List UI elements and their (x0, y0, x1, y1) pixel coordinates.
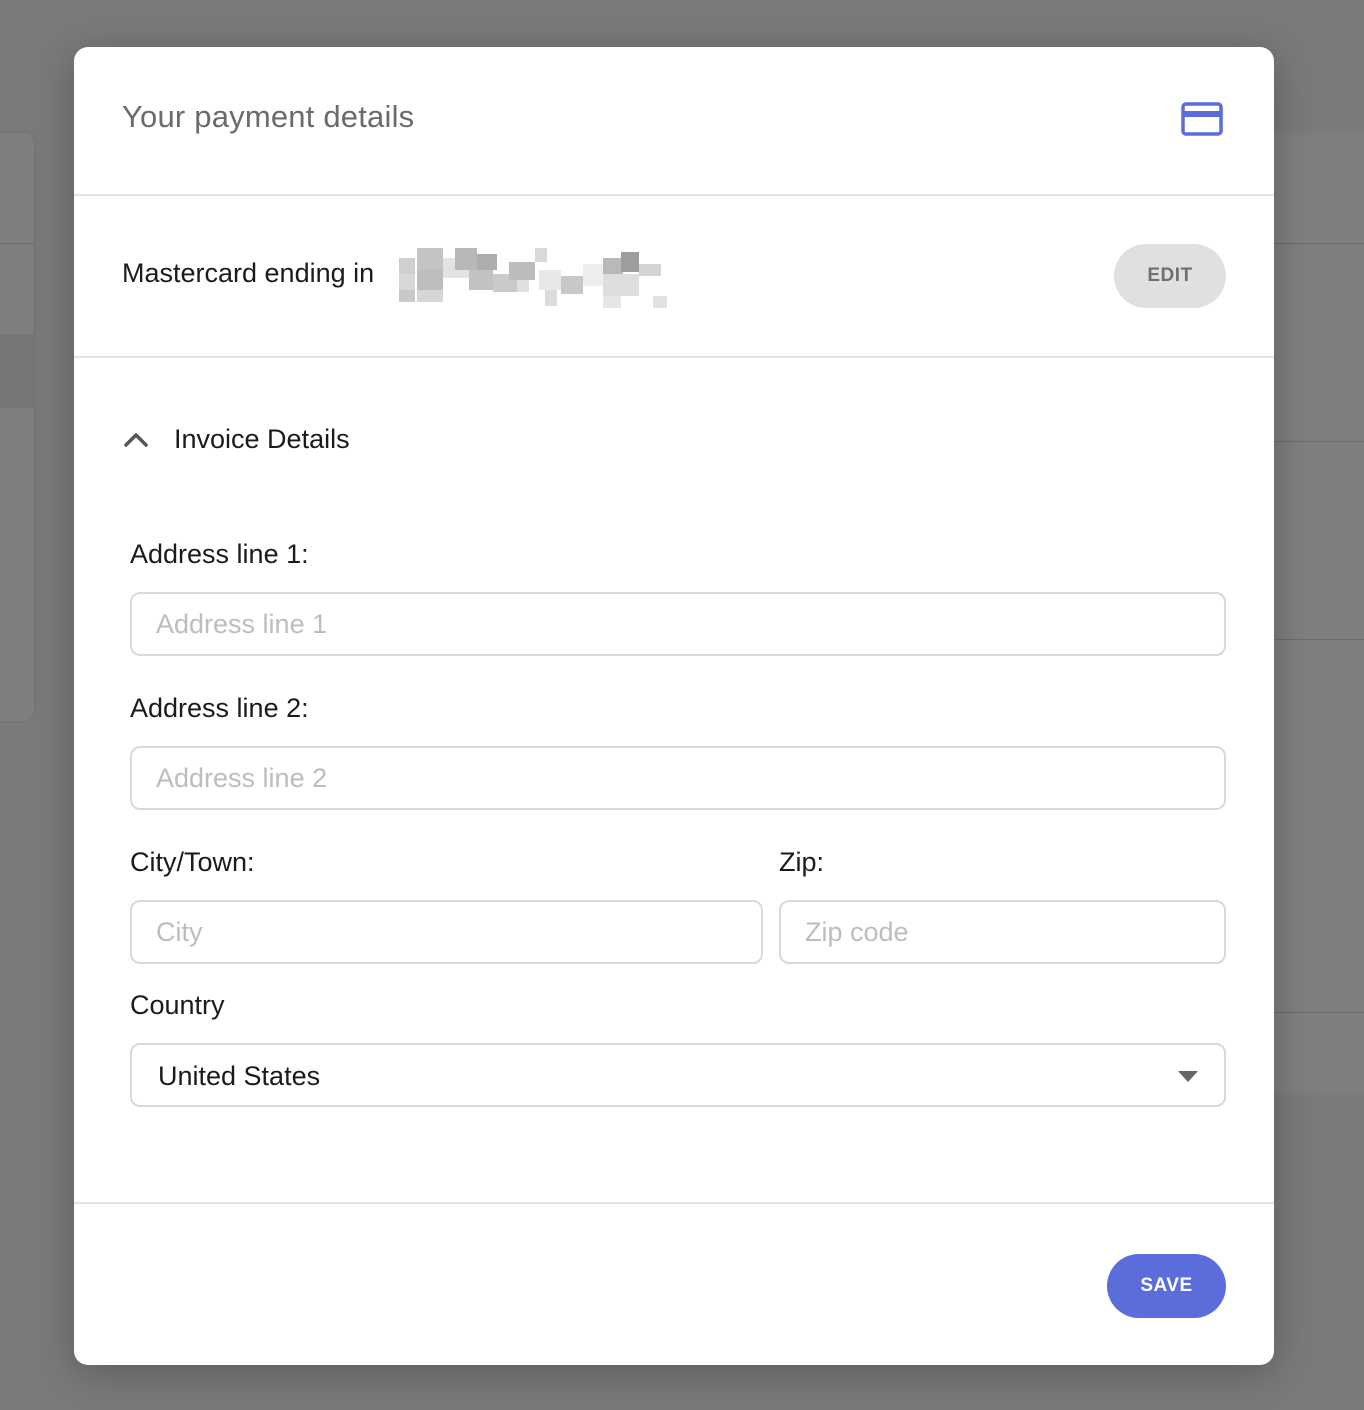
dialog-header: Your payment details (74, 47, 1274, 196)
saved-card-row: Mastercard ending in EDIT (74, 196, 1274, 358)
city-input[interactable] (130, 900, 763, 964)
background-panel (1274, 133, 1364, 1093)
dialog-footer: SAVE (74, 1202, 1274, 1365)
address-line-1-input[interactable] (130, 592, 1226, 656)
card-description: Mastercard ending in (122, 258, 375, 288)
zip-code-input[interactable] (779, 900, 1226, 964)
caret-down-icon (1178, 1071, 1198, 1082)
payment-details-dialog: Your payment details Mastercard ending i… (74, 47, 1274, 1365)
invoice-details-toggle[interactable]: Invoice Details (122, 419, 350, 459)
background-divider (0, 243, 34, 244)
background-divider (1274, 441, 1364, 442)
zip-label: Zip: (779, 847, 825, 877)
address-line-2-input[interactable] (130, 746, 1226, 810)
background-band (0, 334, 34, 408)
background-divider (1274, 243, 1364, 244)
invoice-details-label: Invoice Details (174, 423, 350, 454)
country-label: Country (130, 990, 225, 1020)
address-line-1-label: Address line 1: (130, 539, 309, 569)
country-selected-value: United States (158, 1061, 321, 1091)
chevron-up-icon (124, 433, 148, 447)
edit-card-button[interactable]: EDIT (1114, 244, 1226, 308)
redacted-card-digits (399, 248, 667, 308)
country-select[interactable]: United States (130, 1043, 1226, 1107)
background-divider (1274, 639, 1364, 640)
save-button[interactable]: SAVE (1107, 1254, 1226, 1318)
city-label: City/Town: (130, 847, 255, 877)
address-line-2-label: Address line 2: (130, 693, 309, 723)
background-card (0, 133, 34, 721)
dialog-title: Your payment details (122, 99, 415, 134)
background-divider (1274, 1012, 1364, 1013)
credit-card-icon (1181, 102, 1223, 136)
